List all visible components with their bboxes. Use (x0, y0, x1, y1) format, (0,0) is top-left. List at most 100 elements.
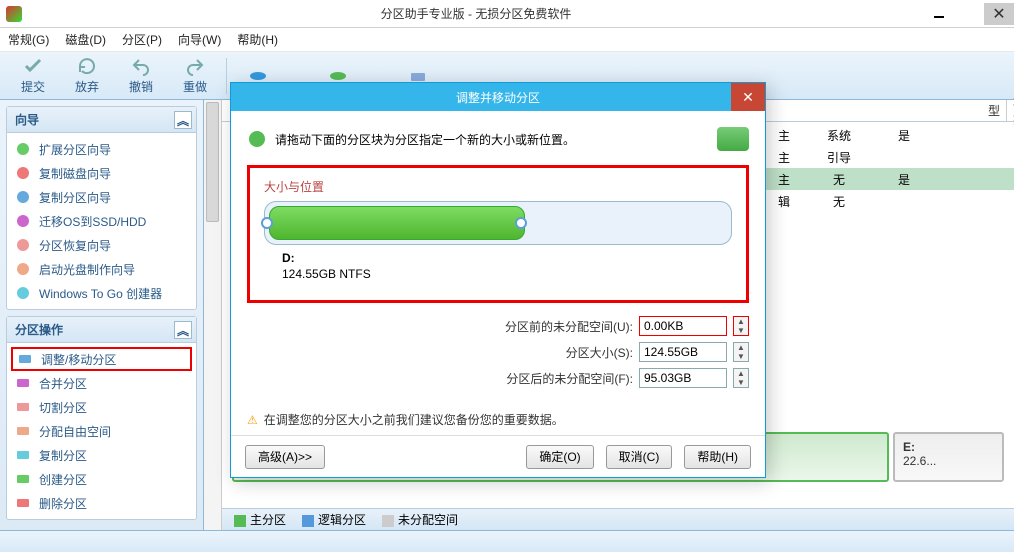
wizard-item-icon (15, 237, 31, 253)
close-button[interactable]: ✕ (984, 3, 1014, 25)
toolbar-separator (226, 58, 227, 94)
sidebar-item-wizard-1[interactable]: 复制磁盘向导 (11, 161, 192, 185)
highlight-box: 大小与位置 D: 124.55GB NTFS (247, 165, 749, 303)
app-logo-icon (6, 6, 22, 22)
backup-warning: 在调整您的分区大小之前我们建议您备份您的重要数据。 (247, 411, 749, 428)
advanced-button[interactable]: 高级(A)>> (245, 445, 325, 469)
input-space-after[interactable] (639, 368, 727, 388)
table-row[interactable]: 主无是 (764, 168, 1014, 190)
legend-primary: 主分区 (234, 511, 286, 528)
window-titlebar: 分区助手专业版 - 无损分区免费软件 ✕ (0, 0, 1014, 28)
redo-icon (185, 56, 205, 76)
table-row[interactable]: 主系统是 (764, 124, 1014, 146)
sidebar-item-op-2[interactable]: 切割分区 (11, 395, 192, 419)
disk-segment-e[interactable]: E: 22.6... (893, 432, 1004, 482)
menu-wizard[interactable]: 向导(W) (178, 31, 221, 48)
wizard-item-icon (15, 261, 31, 277)
slider-handle-left[interactable] (261, 217, 273, 229)
dialog-instruction: 请拖动下面的分区块为分区指定一个新的大小或新位置。 (247, 121, 749, 157)
dialog-titlebar[interactable]: 调整并移动分区 ✕ (231, 83, 765, 111)
sidebar-item-wizard-3[interactable]: 迁移OS到SSD/HDD (11, 209, 192, 233)
legend-logical: 逻辑分区 (302, 511, 366, 528)
op-item-icon (15, 399, 31, 415)
wizard-item-icon (15, 165, 31, 181)
status-bar (0, 530, 1014, 552)
spinner-size[interactable]: ▲▼ (733, 342, 749, 362)
left-scrollbar[interactable] (204, 100, 222, 530)
sidebar-item-op-3[interactable]: 分配自由空间 (11, 419, 192, 443)
sidebar-item-wizard-0[interactable]: 扩展分区向导 (11, 137, 192, 161)
partition-fill (269, 206, 525, 240)
menu-bar: 常规(G) 磁盘(D) 分区(P) 向导(W) 帮助(H) (0, 28, 1014, 52)
legend: 主分区 逻辑分区 未分配空间 (222, 508, 1014, 530)
menu-partition[interactable]: 分区(P) (122, 31, 162, 48)
sidebar-item-op-5[interactable]: 创建分区 (11, 467, 192, 491)
op-item-icon (15, 447, 31, 463)
input-partition-size[interactable] (639, 342, 727, 362)
spinner-after[interactable]: ▲▼ (733, 368, 749, 388)
legend-free-swatch (382, 515, 394, 527)
partition-graphic-icon (717, 127, 749, 151)
cancel-button[interactable]: 取消(C) (606, 445, 673, 469)
op-item-icon (15, 375, 31, 391)
sidebar-item-op-4[interactable]: 复制分区 (11, 443, 192, 467)
minimize-button[interactable] (924, 3, 954, 25)
maximize-button[interactable] (954, 3, 984, 25)
legend-free: 未分配空间 (382, 511, 458, 528)
undo-button[interactable]: 撤销 (114, 54, 168, 98)
dialog-close-button[interactable]: ✕ (731, 83, 765, 111)
wizard-panel-header[interactable]: 向导 ︽ (7, 107, 196, 133)
wizard-item-icon (15, 213, 31, 229)
sidebar-item-wizard-2[interactable]: 复制分区向导 (11, 185, 192, 209)
partition-info: D: 124.55GB NTFS (282, 251, 732, 282)
op-item-icon (15, 495, 31, 511)
help-button[interactable]: 帮助(H) (684, 445, 751, 469)
collapse-icon[interactable]: ︽ (174, 111, 192, 129)
ops-panel: 分区操作 ︽ 调整/移动分区合并分区切割分区分配自由空间复制分区创建分区删除分区 (6, 316, 197, 520)
input-space-before[interactable] (639, 316, 727, 336)
wizard-item-icon (15, 285, 31, 301)
op-item-icon (15, 471, 31, 487)
sidebar-item-wizard-6[interactable]: Windows To Go 创建器 (11, 281, 192, 305)
field-after: 分区后的未分配空间(F): ▲▼ (247, 365, 749, 391)
partition-slider[interactable] (264, 201, 732, 245)
sidebar-item-op-1[interactable]: 合并分区 (11, 371, 192, 395)
legend-primary-swatch (234, 515, 246, 527)
ok-button[interactable]: 确定(O) (526, 445, 593, 469)
wizard-item-icon (15, 141, 31, 157)
menu-general[interactable]: 常规(G) (8, 31, 49, 48)
table-row[interactable]: 主引导 (764, 146, 1014, 168)
dialog-button-row: 高级(A)>> 确定(O) 取消(C) 帮助(H) (231, 435, 765, 477)
scrollbar-thumb[interactable] (206, 102, 219, 222)
table-row[interactable]: 辑无 (764, 190, 1014, 212)
collapse-icon[interactable]: ︽ (174, 321, 192, 339)
wizard-panel: 向导 ︽ 扩展分区向导复制磁盘向导复制分区向导迁移OS到SSD/HDD分区恢复向… (6, 106, 197, 310)
menu-disk[interactable]: 磁盘(D) (65, 31, 106, 48)
size-fields: 分区前的未分配空间(U): ▲▼ 分区大小(S): ▲▼ 分区后的未分配空间(F… (247, 313, 749, 391)
undo-icon (131, 56, 151, 76)
window-title: 分区助手专业版 - 无损分区免费软件 (28, 5, 924, 22)
legend-logical-swatch (302, 515, 314, 527)
slider-handle-right[interactable] (515, 217, 527, 229)
field-size: 分区大小(S): ▲▼ (247, 339, 749, 365)
col-type[interactable]: 型 (982, 100, 1007, 121)
menu-help[interactable]: 帮助(H) (237, 31, 278, 48)
sidebar-item-op-6[interactable]: 删除分区 (11, 491, 192, 515)
sidebar-item-op-0[interactable]: 调整/移动分区 (11, 347, 192, 371)
wizard-item-icon (15, 189, 31, 205)
info-icon (247, 129, 267, 149)
redo-button[interactable]: 重做 (168, 54, 222, 98)
spinner-before[interactable]: ▲▼ (733, 316, 749, 336)
op-item-icon (17, 351, 33, 367)
left-sidebar: 向导 ︽ 扩展分区向导复制磁盘向导复制分区向导迁移OS到SSD/HDD分区恢复向… (0, 100, 204, 530)
ops-panel-header[interactable]: 分区操作 ︽ (7, 317, 196, 343)
discard-button[interactable]: 放弃 (60, 54, 114, 98)
groupbox-label: 大小与位置 (264, 178, 732, 195)
refresh-icon (77, 56, 97, 76)
field-before: 分区前的未分配空间(U): ▲▼ (247, 313, 749, 339)
sidebar-item-wizard-5[interactable]: 启动光盘制作向导 (11, 257, 192, 281)
resize-move-dialog: 调整并移动分区 ✕ 请拖动下面的分区块为分区指定一个新的大小或新位置。 大小与位… (230, 82, 766, 478)
op-item-icon (15, 423, 31, 439)
commit-button[interactable]: 提交 (6, 54, 60, 98)
sidebar-item-wizard-4[interactable]: 分区恢复向导 (11, 233, 192, 257)
